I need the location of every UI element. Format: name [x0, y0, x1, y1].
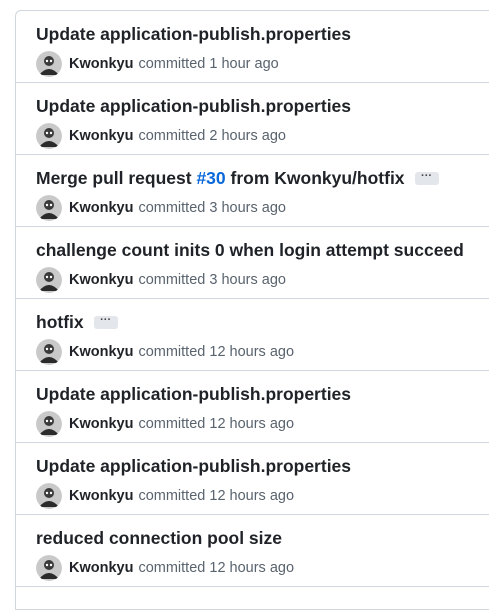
commit-title-text[interactable]: hotfix — [36, 312, 84, 333]
user-avatar-icon[interactable] — [36, 123, 62, 149]
commit-title-text[interactable]: Update application-publish.properties — [36, 96, 351, 117]
commit-verb: committed — [138, 488, 206, 504]
commit-verb: committed — [138, 416, 206, 432]
commit-title[interactable]: Update application-publish.properties — [36, 384, 351, 405]
commit-verb: committed — [138, 128, 206, 144]
commit-title[interactable]: Update application-publish.properties — [36, 96, 351, 117]
commit-verb: committed — [138, 272, 206, 288]
commit-meta: Kwonkyu committed 12 hours ago — [36, 339, 294, 365]
commit-author[interactable]: Kwonkyu — [69, 560, 133, 576]
commit-verb: committed — [138, 344, 206, 360]
commit-author[interactable]: Kwonkyu — [69, 128, 133, 144]
commit-author[interactable]: Kwonkyu — [69, 416, 133, 432]
commit-meta: Kwonkyu committed 2 hours ago — [36, 123, 286, 149]
commit-time[interactable]: 12 hours ago — [209, 488, 294, 504]
commit-item: Update application-publish.properties Kw… — [16, 11, 489, 83]
commit-time[interactable]: 12 hours ago — [209, 344, 294, 360]
commit-list: Update application-publish.properties Kw… — [15, 10, 489, 610]
commit-item: reduced connection pool size Kwonkyu com… — [16, 515, 489, 587]
expand-message-button[interactable]: ··· — [93, 315, 118, 329]
commit-item: Update application-publish.properties Kw… — [16, 83, 489, 155]
user-avatar-icon[interactable] — [36, 555, 62, 581]
commit-time[interactable]: 3 hours ago — [209, 200, 286, 216]
commit-item: challenge count inits 0 when login attem… — [16, 227, 489, 299]
commit-meta: Kwonkyu committed 12 hours ago — [36, 555, 294, 581]
commit-title[interactable]: Update application-publish.properties — [36, 24, 351, 45]
commit-meta: Kwonkyu committed 3 hours ago — [36, 267, 286, 293]
commit-time[interactable]: 1 hour ago — [209, 56, 278, 72]
commit-item: Update application-publish.properties Kw… — [16, 443, 489, 515]
commit-title-text[interactable]: Update application-publish.properties — [36, 384, 351, 405]
commit-author[interactable]: Kwonkyu — [69, 344, 133, 360]
user-avatar-icon[interactable] — [36, 267, 62, 293]
commit-title-text[interactable]: reduced connection pool size — [36, 528, 282, 549]
user-avatar-icon[interactable] — [36, 195, 62, 221]
commit-meta: Kwonkyu committed 12 hours ago — [36, 483, 294, 509]
commit-verb: committed — [138, 560, 206, 576]
expand-message-button[interactable]: ··· — [414, 171, 439, 185]
user-avatar-icon[interactable] — [36, 339, 62, 365]
commit-title-text[interactable]: Update application-publish.properties — [36, 456, 351, 477]
commit-title[interactable]: challenge count inits 0 when login attem… — [36, 240, 464, 261]
commit-time[interactable]: 12 hours ago — [209, 560, 294, 576]
commit-item: hotfix ··· Kwonkyu committed 12 hours ag… — [16, 299, 489, 371]
commit-title[interactable]: hotfix ··· — [36, 312, 118, 333]
pull-request-link[interactable]: #30 — [196, 168, 225, 189]
user-avatar-icon[interactable] — [36, 483, 62, 509]
commit-time[interactable]: 12 hours ago — [209, 416, 294, 432]
commit-author[interactable]: Kwonkyu — [69, 488, 133, 504]
commit-author[interactable]: Kwonkyu — [69, 272, 133, 288]
user-avatar-icon[interactable] — [36, 51, 62, 77]
commit-title-text[interactable]: challenge count inits 0 when login attem… — [36, 240, 464, 261]
commit-title-text[interactable]: Update application-publish.properties — [36, 24, 351, 45]
commit-title[interactable]: Update application-publish.properties — [36, 456, 351, 477]
commit-item: Update application-publish.properties Kw… — [16, 371, 489, 443]
commit-title-prefix[interactable]: Merge pull request — [36, 168, 196, 189]
commit-meta: Kwonkyu committed 1 hour ago — [36, 51, 279, 77]
commit-author[interactable]: Kwonkyu — [69, 200, 133, 216]
commit-verb: committed — [138, 56, 206, 72]
commit-author[interactable]: Kwonkyu — [69, 56, 133, 72]
commit-time[interactable]: 3 hours ago — [209, 272, 286, 288]
commit-meta: Kwonkyu committed 12 hours ago — [36, 411, 294, 437]
commit-item: Merge pull request #30 from Kwonkyu/hotf… — [16, 155, 489, 227]
commit-verb: committed — [138, 200, 206, 216]
commit-time[interactable]: 2 hours ago — [209, 128, 286, 144]
commit-title[interactable]: Merge pull request #30 from Kwonkyu/hotf… — [36, 168, 439, 189]
commit-title[interactable]: reduced connection pool size — [36, 528, 282, 549]
user-avatar-icon[interactable] — [36, 411, 62, 437]
commit-title-suffix[interactable]: from Kwonkyu/hotfix — [226, 168, 405, 189]
commit-meta: Kwonkyu committed 3 hours ago — [36, 195, 286, 221]
